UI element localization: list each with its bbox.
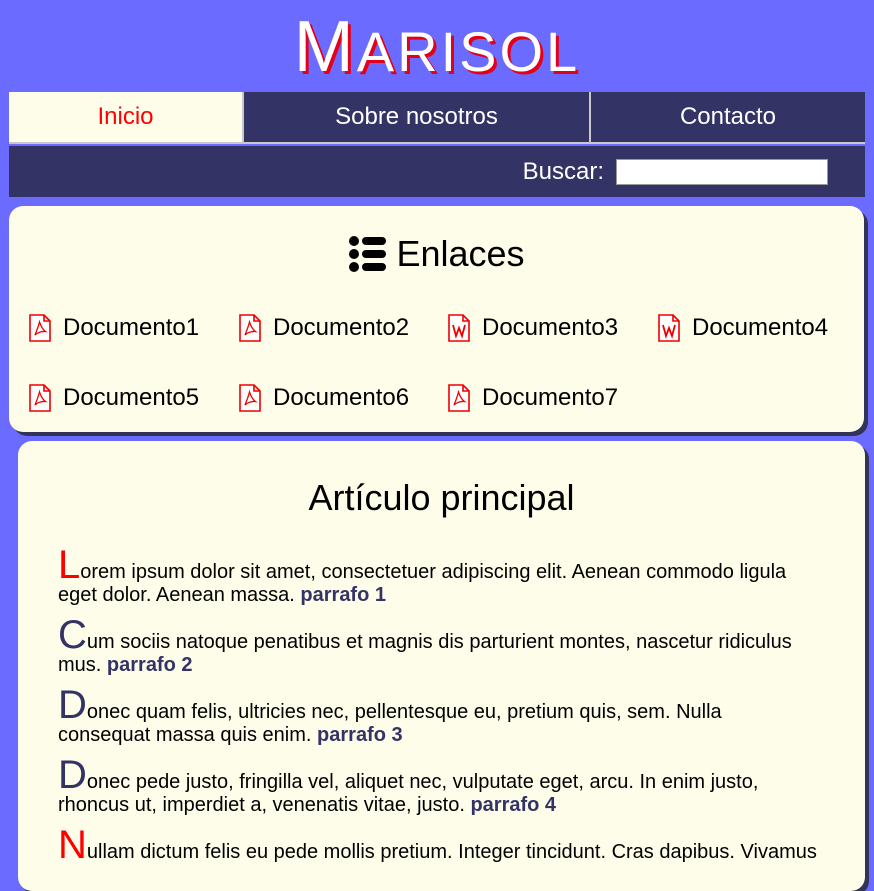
pdf-file-icon: [239, 314, 261, 342]
tab-inicio[interactable]: Inicio: [9, 92, 242, 142]
tab-label: Contacto: [679, 103, 777, 130]
pdf-file-icon: [448, 384, 470, 412]
document-link-6[interactable]: Documento6: [238, 384, 409, 412]
document-link-1[interactable]: Documento1: [28, 314, 199, 342]
article-paragraph-1: Lorem ipsum dolor sit amet, consectetuer…: [58, 545, 818, 607]
main-nav: Inicio Sobre nosotros Contacto: [9, 92, 865, 144]
paragraph-tag: parrafo 3: [317, 724, 403, 746]
word-file-icon: [658, 314, 680, 342]
paragraph-text: ullam dictum felis eu pede mollis pretiu…: [86, 841, 817, 863]
document-label: Documento4: [692, 314, 829, 341]
article-paragraph-4: Donec pede justo, fringilla vel, aliquet…: [58, 755, 818, 817]
document-link-4[interactable]: Documento4: [657, 314, 828, 342]
search-label: Buscar:: [522, 157, 604, 185]
drop-initial: D: [58, 753, 87, 797]
search-bar: Buscar:: [9, 146, 865, 197]
paragraph-text: onec pede justo, fringilla vel, aliquet …: [58, 771, 759, 816]
main-article: Artículo principal Lorem ipsum dolor sit…: [18, 441, 865, 891]
article-title: Artículo principal: [308, 477, 575, 518]
tab-label: Inicio: [97, 103, 154, 130]
document-link-5[interactable]: Documento5: [28, 384, 199, 412]
drop-initial: L: [58, 543, 81, 587]
list-icon: [349, 236, 387, 272]
article-paragraph-2: Cum sociis natoque penatibus et magnis d…: [58, 615, 818, 677]
drop-initial: C: [58, 613, 87, 657]
tab-contacto[interactable]: Contacto: [591, 92, 865, 142]
document-label: Documento1: [63, 314, 200, 341]
article-paragraph-3: Donec quam felis, ultricies nec, pellent…: [58, 685, 818, 747]
document-link-7[interactable]: Documento7: [447, 384, 618, 412]
drop-initial: D: [58, 683, 87, 727]
tab-label: Sobre nosotros: [335, 103, 498, 130]
site-title: MARISOL: [0, 4, 874, 95]
paragraph-text: orem ipsum dolor sit amet, consectetuer …: [58, 561, 787, 606]
tab-sobre-nosotros[interactable]: Sobre nosotros: [244, 92, 589, 142]
search-input[interactable]: [616, 158, 828, 185]
pdf-file-icon: [239, 384, 261, 412]
document-link-3[interactable]: Documento3: [447, 314, 618, 342]
document-label: Documento3: [482, 314, 619, 341]
paragraph-tag: parrafo 1: [300, 584, 386, 606]
document-link-2[interactable]: Documento2: [238, 314, 409, 342]
pdf-file-icon: [29, 314, 51, 342]
pdf-file-icon: [29, 384, 51, 412]
site-title-initial: M: [293, 7, 357, 87]
document-label: Documento2: [273, 314, 410, 341]
site-title-rest: ARISOL: [356, 20, 581, 83]
links-panel: Enlaces Documento1 Documento2 Documento3…: [9, 206, 864, 432]
links-heading: Enlaces: [9, 232, 864, 276]
drop-initial: N: [58, 823, 87, 867]
article-paragraph-5: Nullam dictum felis eu pede mollis preti…: [58, 825, 818, 865]
paragraph-tag: parrafo 4: [470, 794, 557, 816]
word-file-icon: [448, 314, 470, 342]
links-heading-text: Enlaces: [396, 233, 525, 274]
document-label: Documento5: [63, 384, 200, 411]
paragraph-tag: parrafo 2: [106, 654, 193, 676]
document-label: Documento6: [273, 384, 410, 411]
document-label: Documento7: [482, 384, 619, 411]
